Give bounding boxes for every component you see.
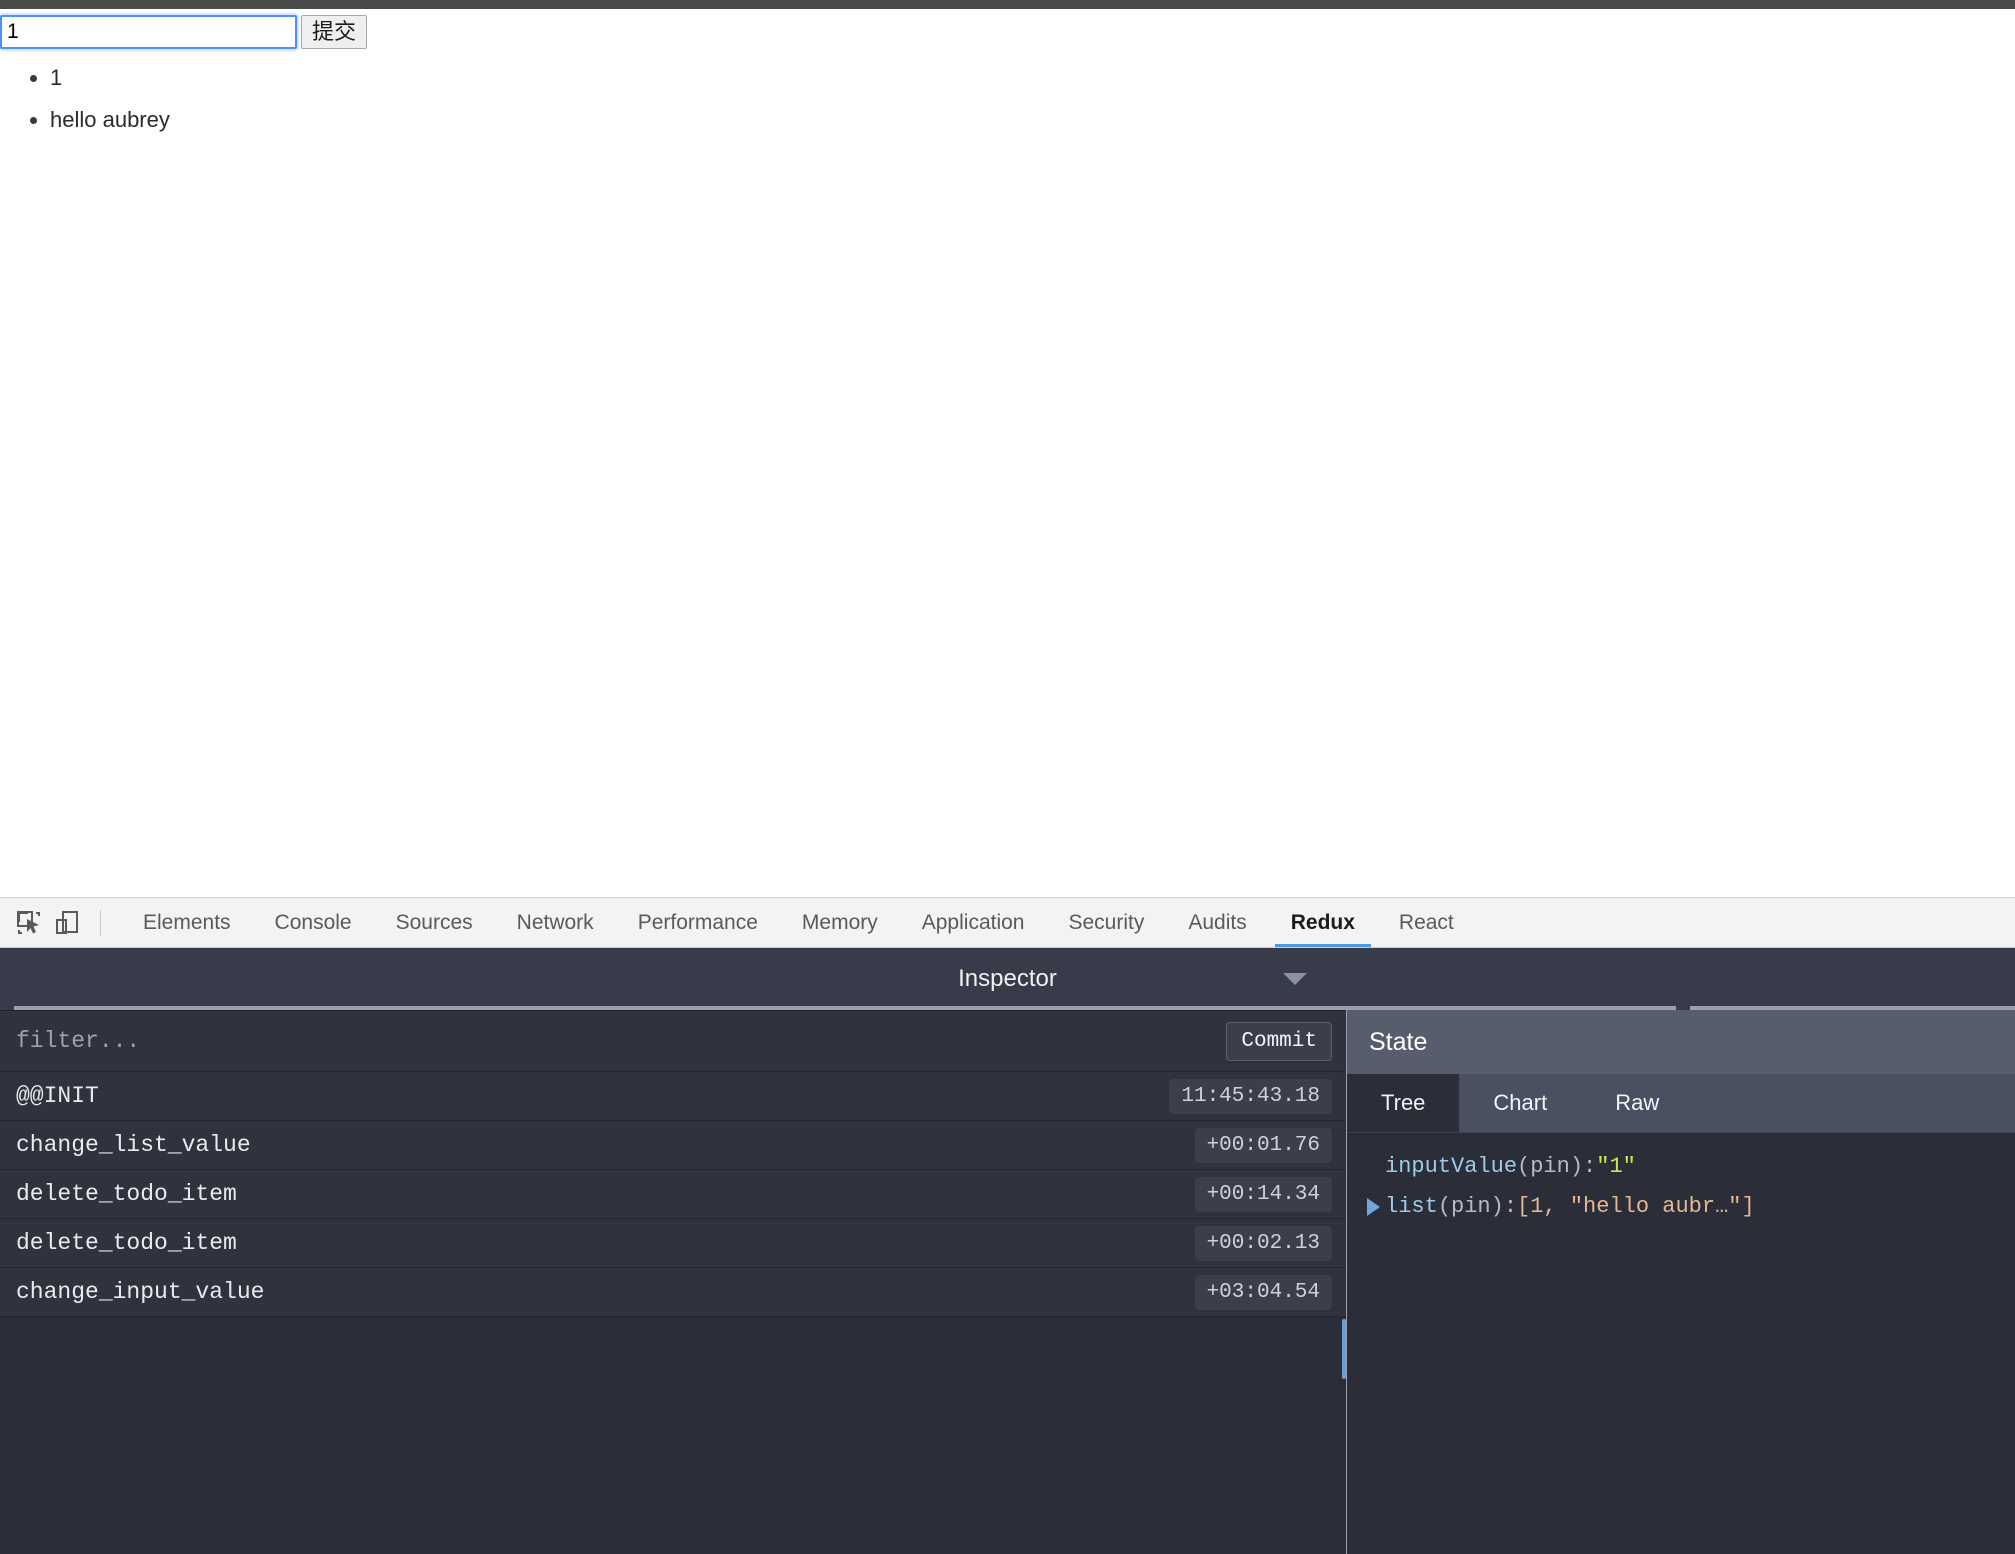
tree-expand-toggle[interactable] bbox=[1361, 1198, 1385, 1216]
table-row[interactable]: delete_todo_item +00:02.13 bbox=[0, 1219, 1346, 1268]
tab-application[interactable]: Application bbox=[900, 898, 1047, 947]
tree-value: "1" bbox=[1596, 1154, 1636, 1179]
action-name: delete_todo_item bbox=[16, 1181, 237, 1207]
tab-tree[interactable]: Tree bbox=[1347, 1074, 1460, 1132]
state-pane: State Tree Chart Raw inputValue (pin): "… bbox=[1347, 1010, 2015, 1554]
list-item[interactable]: hello aubrey bbox=[50, 99, 170, 141]
table-row[interactable]: change_input_value +03:04.54 bbox=[0, 1268, 1346, 1317]
tab-audits[interactable]: Audits bbox=[1166, 898, 1268, 947]
action-list: @@INIT 11:45:43.18 change_list_value +00… bbox=[0, 1072, 1346, 1317]
todo-form: 提交 bbox=[0, 15, 368, 49]
filter-input[interactable] bbox=[0, 1027, 1227, 1055]
submit-button[interactable]: 提交 bbox=[301, 15, 368, 49]
scrollbar-thumb[interactable] bbox=[1342, 1319, 1346, 1379]
tree-key-meta: (pin): bbox=[1437, 1194, 1518, 1219]
action-timestamp: +00:02.13 bbox=[1194, 1225, 1332, 1261]
redux-inspector-header: Inspector bbox=[0, 948, 2015, 1010]
state-header: State bbox=[1347, 1010, 2015, 1074]
table-row[interactable]: change_list_value +00:01.76 bbox=[0, 1121, 1346, 1170]
todo-input[interactable] bbox=[0, 15, 297, 49]
table-row[interactable]: @@INIT 11:45:43.18 bbox=[0, 1072, 1346, 1121]
table-row[interactable]: delete_todo_item +00:14.34 bbox=[0, 1170, 1346, 1219]
tab-performance[interactable]: Performance bbox=[616, 898, 780, 947]
redux-body: Commit @@INIT 11:45:43.18 change_list_va… bbox=[0, 1010, 2015, 1554]
tree-key: list bbox=[1385, 1194, 1438, 1219]
browser-chrome-strip bbox=[0, 0, 2015, 9]
tab-security[interactable]: Security bbox=[1046, 898, 1166, 947]
actions-pane-scrollbar[interactable] bbox=[1342, 1011, 1346, 1554]
commit-button[interactable]: Commit bbox=[1226, 1021, 1332, 1061]
tab-console[interactable]: Console bbox=[253, 898, 374, 947]
inspect-element-icon[interactable] bbox=[10, 904, 48, 942]
state-tree: inputValue (pin): "1" list (pin): [1, "h… bbox=[1347, 1133, 2015, 1227]
chevron-right-icon bbox=[1366, 1198, 1380, 1216]
web-page-content: 提交 1 hello aubrey bbox=[0, 9, 2015, 897]
actions-pane: Commit @@INIT 11:45:43.18 change_list_va… bbox=[0, 1010, 1346, 1554]
action-timestamp: +00:01.76 bbox=[1194, 1127, 1332, 1163]
device-toolbar-icon[interactable] bbox=[48, 904, 86, 942]
tree-value: [1, "hello aubr…"] bbox=[1517, 1194, 1755, 1219]
action-timestamp: 11:45:43.18 bbox=[1169, 1078, 1332, 1114]
devtools-tab-list: Elements Console Sources Network Perform… bbox=[121, 898, 1476, 947]
tab-chart[interactable]: Chart bbox=[1459, 1074, 1581, 1132]
tree-node-inputvalue[interactable]: inputValue (pin): "1" bbox=[1361, 1147, 2015, 1187]
devtools-panel: Elements Console Sources Network Perform… bbox=[0, 897, 2015, 1554]
chevron-down-icon bbox=[1283, 973, 1307, 985]
tab-raw[interactable]: Raw bbox=[1581, 1074, 1693, 1132]
action-timestamp: +03:04.54 bbox=[1194, 1274, 1332, 1310]
tab-react[interactable]: React bbox=[1377, 898, 1476, 947]
tree-key-meta: (pin): bbox=[1517, 1154, 1597, 1179]
devtools-tabbar: Elements Console Sources Network Perform… bbox=[0, 898, 2015, 948]
action-name: change_list_value bbox=[16, 1132, 251, 1158]
devtools-tool-icons bbox=[0, 898, 121, 947]
toolbar-divider bbox=[100, 909, 101, 936]
tab-memory[interactable]: Memory bbox=[780, 898, 900, 947]
action-name: @@INIT bbox=[16, 1083, 99, 1109]
tab-elements[interactable]: Elements bbox=[121, 898, 253, 947]
tab-network[interactable]: Network bbox=[495, 898, 616, 947]
filter-bar: Commit bbox=[0, 1011, 1346, 1072]
tree-node-list[interactable]: list (pin): [1, "hello aubr…"] bbox=[1361, 1187, 2015, 1227]
state-tab-list: Tree Chart Raw bbox=[1347, 1074, 2015, 1133]
action-name: change_input_value bbox=[16, 1279, 265, 1305]
tab-sources[interactable]: Sources bbox=[374, 898, 495, 947]
list-item[interactable]: 1 bbox=[50, 57, 170, 99]
todo-list: 1 hello aubrey bbox=[0, 57, 170, 141]
inspector-monitor-select[interactable] bbox=[1281, 948, 2015, 1010]
tree-key: inputValue bbox=[1385, 1154, 1518, 1179]
action-timestamp: +00:14.34 bbox=[1194, 1176, 1332, 1212]
action-name: delete_todo_item bbox=[16, 1230, 237, 1256]
tab-redux[interactable]: Redux bbox=[1269, 898, 1377, 947]
state-title: State bbox=[1369, 1027, 1428, 1056]
